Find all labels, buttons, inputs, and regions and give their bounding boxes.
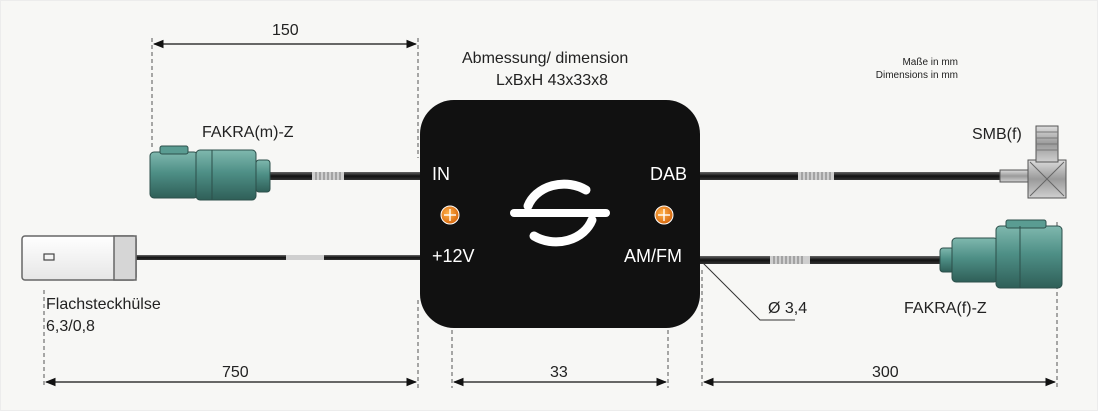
dimension-top-150: 150 bbox=[272, 22, 299, 39]
units-note-line2: Dimensions in mm bbox=[875, 70, 958, 81]
dimension-bottom-33: 33 bbox=[550, 364, 568, 381]
units-note-line1: Maße in mm bbox=[902, 57, 958, 68]
diagram-canvas: 150 750 33 300 Ø 3,4 Abmessung/ dimensio… bbox=[0, 0, 1098, 411]
flat-receptacle-label-line1: Flachsteckhülse bbox=[46, 296, 161, 313]
port-label-12v: +12V bbox=[432, 246, 475, 266]
port-label-dab: DAB bbox=[650, 164, 688, 184]
fakra-m-connector bbox=[149, 145, 271, 201]
port-label-amfm: AM/FM bbox=[624, 246, 682, 266]
flat-receptacle-label-line2: 6,3/0,8 bbox=[46, 318, 95, 335]
dimension-bottom-300: 300 bbox=[872, 364, 899, 381]
fakra-m-label: FAKRA(m)-Z bbox=[202, 124, 294, 141]
header-dimension-line1: Abmessung/ dimension bbox=[462, 50, 629, 67]
flat-receptacle bbox=[21, 235, 137, 281]
port-label-in: IN bbox=[432, 164, 450, 184]
fakra-f-connector bbox=[939, 219, 1063, 289]
header-dimension-line2: LxBxH 43x33x8 bbox=[496, 72, 609, 89]
fakra-f-label: FAKRA(f)-Z bbox=[904, 300, 987, 317]
dimension-bottom-750: 750 bbox=[222, 364, 249, 381]
smb-f-label: SMB(f) bbox=[972, 126, 1022, 143]
amplifier-box bbox=[420, 100, 700, 328]
cable-diameter-label: Ø 3,4 bbox=[768, 300, 808, 317]
